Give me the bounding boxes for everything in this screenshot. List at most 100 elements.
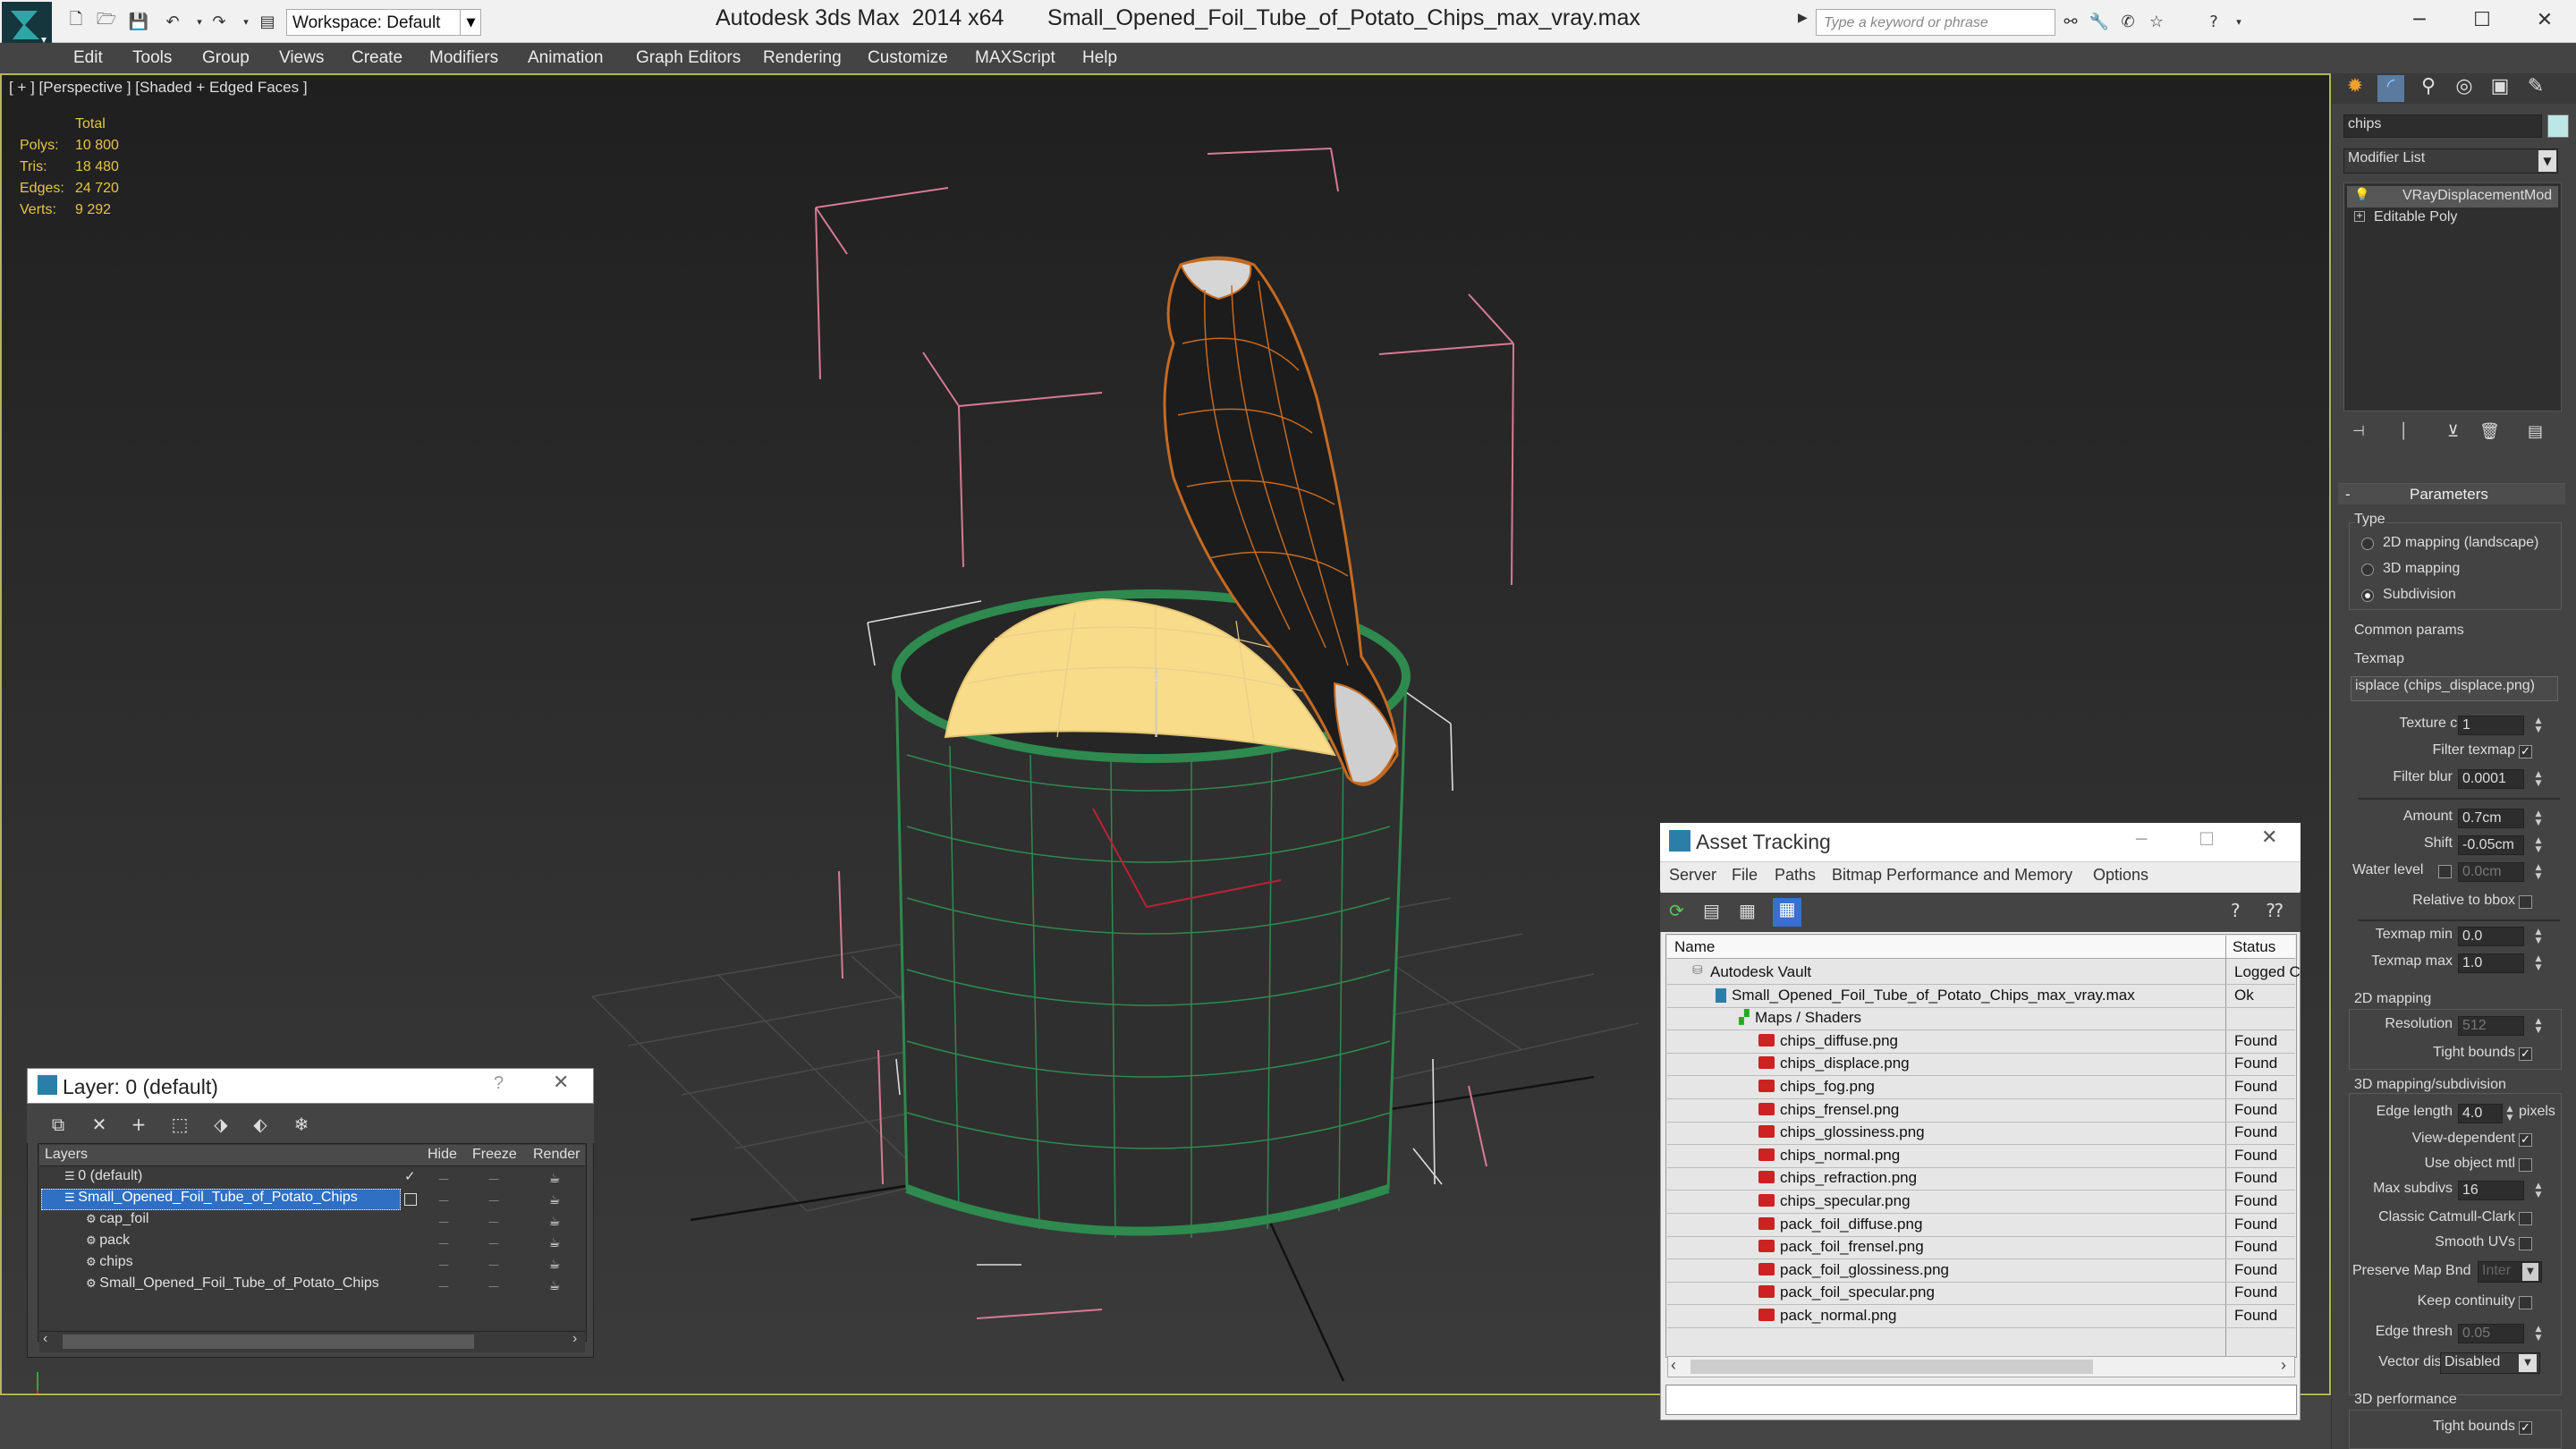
minimize-icon[interactable]: ─ [2136,828,2147,850]
menu-create[interactable]: Create [352,43,402,73]
new-file-icon[interactable]: 🗋 [64,10,88,32]
menu-help[interactable]: Help [1082,43,1117,73]
communication-icon[interactable]: ✆ [2116,11,2140,32]
radio-subdivision[interactable] [2361,589,2374,602]
object-row-chips[interactable]: ⚙ chips [86,1254,408,1275]
menu-group[interactable]: Group [202,43,250,73]
freeze-all-icon[interactable]: ❄ [288,1111,315,1138]
open-file-icon[interactable]: 🗁 [95,10,118,32]
asset-menu-bitmap[interactable]: Bitmap Performance and Memory [1832,866,2072,885]
asset-row-map[interactable]: pack_foil_diffuse.png Found [1667,1214,2295,1237]
texture-chan-spinner[interactable]: ▲ ▼ [2533,716,2544,734]
redo-icon[interactable]: ↷ [208,11,231,32]
water-level-spinner[interactable]: ▲ ▼ [2533,863,2544,881]
asset-row-map[interactable]: chips_fog.png Found [1667,1076,2295,1099]
menu-graph-editors[interactable]: Graph Editors [636,43,741,73]
close-icon[interactable]: ✕ [2513,2,2576,38]
stack-item-editable-poly[interactable]: Editable Poly [2374,209,2457,225]
asset-menu-options[interactable]: Options [2093,866,2148,885]
max-subdivs-spinner[interactable]: ▲ ▼ [2533,1182,2544,1199]
layer-scroll-thumb[interactable] [63,1335,474,1349]
edge-thresh-input[interactable]: 0.05 [2458,1324,2524,1343]
texmap-max-spinner[interactable]: ▲ ▼ [2533,954,2544,972]
binoculars-icon[interactable]: ⚯ [2059,11,2082,32]
asset-menu-server[interactable]: Server [1669,866,1716,885]
help-icon[interactable]: ? [2231,900,2256,925]
water-level-input[interactable]: 0.0cm [2458,862,2524,882]
shift-spinner[interactable]: ▲ ▼ [2533,836,2544,854]
make-current-checkbox[interactable] [404,1193,417,1206]
radio-subdivision-label[interactable]: Subdivision [2383,587,2456,603]
asset-row-map[interactable]: pack_foil_glossiness.png Found [1667,1259,2295,1283]
asset-row-map[interactable]: chips_normal.png Found [1667,1145,2295,1168]
asset-row-maps-shaders[interactable]: ▞ Maps / Shaders [1667,1007,2295,1030]
edge-thresh-spinner[interactable]: ▲ ▼ [2533,1325,2544,1343]
scroll-right-icon[interactable]: › [572,1331,577,1347]
select-objects-icon[interactable]: ⬚ [166,1111,193,1138]
layer-row-default[interactable]: ☰ 0 (default) [64,1168,404,1190]
workspace-select[interactable]: Workspace: Default [286,9,481,36]
object-row-tube[interactable]: ⚙ Small_Opened_Foil_Tube_of_Potato_Chips [86,1275,408,1297]
search-expand-icon[interactable]: ▶ [1798,11,1812,34]
use-object-mtl-checkbox[interactable] [2519,1158,2532,1172]
list-view-icon[interactable]: ▤ [1703,900,1728,925]
radio-2d-mapping[interactable] [2361,538,2374,550]
minimize-icon[interactable]: ─ [2388,2,2451,38]
texmap-min-spinner[interactable]: ▲ ▼ [2533,928,2544,945]
texture-chan-input[interactable]: 1 [2458,716,2524,735]
asset-menu-file[interactable]: File [1732,866,1758,885]
asset-row-map[interactable]: pack_foil_frensel.png Found [1667,1236,2295,1259]
make-unique-icon[interactable]: ⊻ [2447,422,2467,442]
chevron-down-icon[interactable]: ▼ [2538,150,2556,172]
menu-customize[interactable]: Customize [868,43,948,73]
asset-row-map[interactable]: chips_frensel.png Found [1667,1099,2295,1123]
modifier-list-select[interactable]: Modifier List [2343,148,2558,174]
motion-tab-icon[interactable]: ◎ [2451,75,2478,102]
pin-stack-icon[interactable]: ⊣ [2352,422,2372,442]
chevron-down-icon[interactable]: ▼ [460,9,481,36]
layer-row-tube[interactable]: ☰ Small_Opened_Foil_Tube_of_Potato_Chips [64,1190,404,1211]
utilities-tab-icon[interactable]: ✎ [2522,75,2549,102]
undo-icon[interactable]: ↶ [161,11,184,32]
save-icon[interactable]: 💾 [127,11,150,32]
table-view-icon[interactable]: ▦ [1773,898,1801,927]
delete-layer-icon[interactable]: ✕ [86,1111,113,1138]
highlight-layer-icon[interactable]: ⬗ [208,1111,234,1138]
scroll-left-icon[interactable]: ‹ [43,1331,47,1347]
search-input[interactable]: Type a keyword or phrase [1816,9,2055,36]
favorites-star-icon[interactable]: ☆ [2145,11,2168,32]
context-help-icon[interactable]: ⁇ [2267,900,2292,925]
menu-edit[interactable]: Edit [73,43,103,73]
maximize-icon[interactable]: ☐ [2451,2,2513,38]
object-row-cap-foil[interactable]: ⚙ cap_foil [86,1211,408,1233]
classic-catmull-checkbox[interactable] [2519,1212,2532,1225]
lightbulb-icon[interactable]: 💡 [2354,188,2369,202]
resolution-spinner[interactable]: ▲ ▼ [2533,1017,2544,1035]
configure-modifier-sets-icon[interactable]: ▤ [2528,422,2551,442]
freeze-toggles[interactable]: — — — — — — [483,1168,504,1297]
help-dropdown-icon[interactable]: ▾ [2227,11,2250,32]
asset-row-map[interactable]: chips_refraction.png Found [1667,1167,2295,1191]
column-name[interactable]: Name [1674,938,1715,956]
object-color-swatch[interactable] [2547,114,2569,138]
asset-row-map[interactable]: chips_diffuse.png Found [1667,1030,2295,1054]
texmap-max-input[interactable]: 1.0 [2458,953,2524,973]
asset-path-field[interactable] [1665,1385,2297,1415]
view-dependent-checkbox[interactable]: ✓ [2519,1133,2532,1147]
help-icon[interactable]: ? [494,1073,504,1094]
maximize-icon[interactable]: ☐ [2199,828,2215,850]
asset-menu-paths[interactable]: Paths [1775,866,1816,885]
remove-modifier-icon[interactable]: 🗑 [2479,422,2500,442]
add-to-layer-icon[interactable]: + [125,1111,152,1138]
shift-input[interactable]: -0.05cm [2458,835,2524,855]
tools-icon[interactable]: 🔧 [2088,11,2111,32]
create-tab-icon[interactable]: ✹ [2342,75,2368,102]
filter-blur-spinner[interactable]: ▲ ▼ [2533,770,2544,788]
filter-blur-input[interactable]: 0.0001 [2458,769,2524,789]
water-level-checkbox[interactable] [2438,865,2452,878]
object-row-pack[interactable]: ⚙ pack [86,1233,408,1254]
viewport-label[interactable]: [ + ] [Perspective ] [Shaded + Edged Fac… [9,79,308,97]
smooth-uvs-checkbox[interactable] [2519,1237,2532,1250]
radio-2d-mapping-label[interactable]: 2D mapping (landscape) [2383,535,2538,551]
column-render[interactable]: Render [533,1147,580,1168]
